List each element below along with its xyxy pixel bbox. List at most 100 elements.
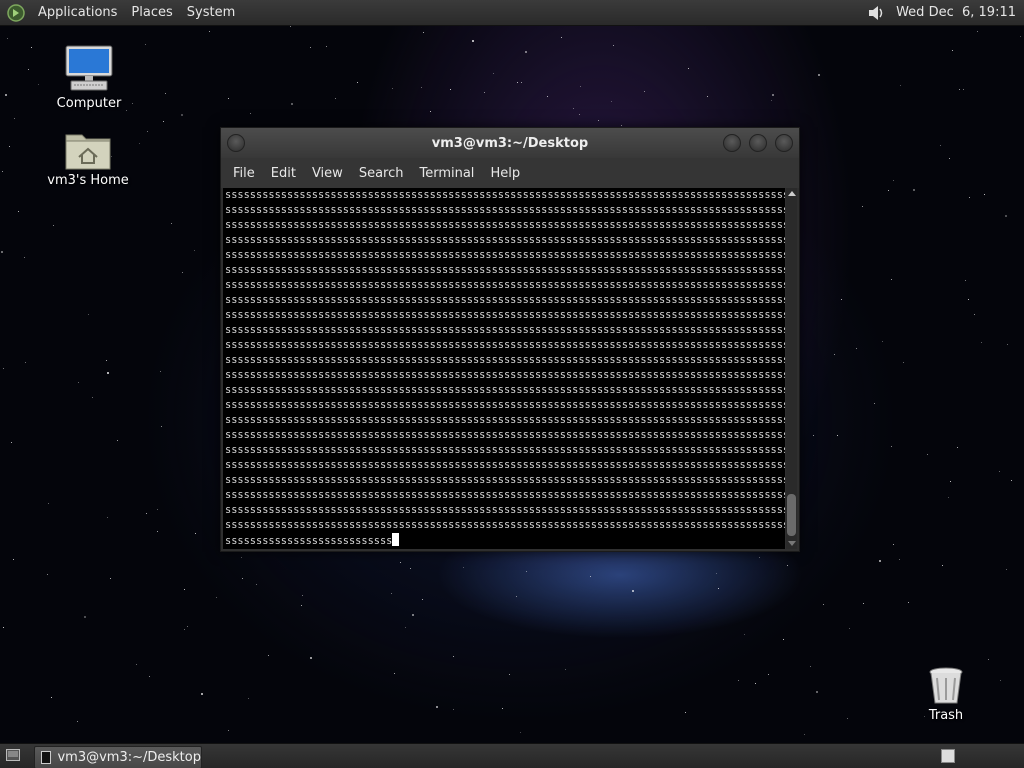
terminal-line: ssssssssssssssssssssssssssssssssssssssss… xyxy=(225,219,785,231)
star xyxy=(783,639,784,640)
star xyxy=(291,103,293,105)
star xyxy=(738,680,739,681)
star xyxy=(841,299,842,300)
star xyxy=(891,446,892,447)
star xyxy=(644,91,645,92)
star xyxy=(969,197,970,198)
star xyxy=(818,74,820,76)
applications-menu[interactable]: Applications xyxy=(31,0,124,25)
terminal-line: ssssssssssssssssssssssssssssssssssssssss… xyxy=(225,264,785,276)
terminal-scrollbar[interactable] xyxy=(786,188,797,549)
star xyxy=(862,206,863,207)
star xyxy=(1011,480,1012,481)
volume-icon[interactable] xyxy=(866,3,886,23)
star xyxy=(136,664,137,665)
star xyxy=(1006,569,1007,570)
distro-logo-icon[interactable] xyxy=(7,3,25,22)
star xyxy=(310,47,311,48)
star xyxy=(9,146,10,147)
window-titlebar[interactable]: vm3@vm3:~/Desktop xyxy=(221,128,799,158)
star xyxy=(242,578,243,579)
menu-search[interactable]: Search xyxy=(351,166,412,181)
star xyxy=(421,87,422,88)
star xyxy=(520,732,521,733)
show-desktop-icon[interactable] xyxy=(6,749,20,761)
menu-file[interactable]: File xyxy=(225,166,263,181)
star xyxy=(899,559,900,560)
places-menu[interactable]: Places xyxy=(124,0,179,25)
scroll-down-icon[interactable] xyxy=(788,541,796,546)
star xyxy=(463,567,464,568)
star xyxy=(999,471,1000,472)
star xyxy=(908,602,909,603)
close-icon[interactable] xyxy=(775,134,793,152)
star xyxy=(579,114,580,115)
terminal-line: ssssssssssssssssssssssssssssssssssssssss… xyxy=(225,504,785,516)
star xyxy=(92,397,93,398)
terminal-window[interactable]: vm3@vm3:~/Desktop File Edit View Search … xyxy=(220,127,800,552)
star xyxy=(326,46,327,47)
star xyxy=(11,442,12,443)
star xyxy=(248,698,249,699)
terminal-line: ssssssssssssssssssssssssssssssssssssssss… xyxy=(225,234,785,246)
star xyxy=(14,118,15,119)
star xyxy=(163,121,164,122)
star xyxy=(772,94,774,96)
star xyxy=(453,656,454,657)
star xyxy=(228,730,229,731)
menu-terminal[interactable]: Terminal xyxy=(411,166,482,181)
desktop-icon-trash[interactable]: Trash xyxy=(901,666,991,723)
star xyxy=(53,225,54,226)
star xyxy=(632,590,634,592)
workspace-switcher[interactable] xyxy=(941,749,955,763)
star xyxy=(613,45,614,46)
scroll-up-icon[interactable] xyxy=(788,191,796,196)
star xyxy=(948,497,949,498)
star xyxy=(194,250,195,251)
star xyxy=(863,603,864,604)
star xyxy=(611,101,612,102)
star xyxy=(25,362,26,363)
star xyxy=(256,584,257,585)
star xyxy=(430,111,431,112)
star xyxy=(18,211,19,212)
star xyxy=(882,341,883,342)
menu-edit[interactable]: Edit xyxy=(263,166,304,181)
star xyxy=(913,189,915,191)
desktop-icon-computer[interactable]: Computer xyxy=(44,44,134,111)
terminal-line: ssssssssssssssssssssssssssssssssssssssss… xyxy=(225,489,785,501)
scroll-thumb[interactable] xyxy=(787,494,796,536)
system-menu[interactable]: System xyxy=(180,0,242,25)
star xyxy=(184,589,185,590)
desktop-icon-home[interactable]: vm3's Home xyxy=(43,129,133,188)
star xyxy=(847,718,848,719)
star xyxy=(268,655,269,656)
desktop-icon-label: vm3's Home xyxy=(47,173,129,188)
star xyxy=(856,348,857,349)
star xyxy=(573,108,574,109)
star xyxy=(216,597,217,598)
star xyxy=(952,50,953,51)
star xyxy=(392,88,393,89)
terminal-output[interactable]: ssssssssssssssssssssssssssssssssssssssss… xyxy=(223,188,785,549)
window-menu-icon[interactable] xyxy=(227,134,245,152)
maximize-icon[interactable] xyxy=(749,134,767,152)
star xyxy=(145,44,146,45)
menu-help[interactable]: Help xyxy=(482,166,528,181)
terminal-line: ssssssssssssssssssssssssssssssssssssssss… xyxy=(225,309,785,321)
trash-icon xyxy=(929,667,963,704)
taskbar-window-button[interactable]: vm3@vm3:~/Desktop xyxy=(34,746,202,768)
star xyxy=(517,82,518,83)
star xyxy=(117,440,118,441)
menu-view[interactable]: View xyxy=(304,166,351,181)
star xyxy=(526,571,527,572)
minimize-icon[interactable] xyxy=(723,134,741,152)
star xyxy=(106,360,107,361)
star xyxy=(310,657,312,659)
star xyxy=(335,98,336,99)
star xyxy=(688,68,689,69)
star xyxy=(2,171,3,172)
star xyxy=(493,73,494,74)
clock[interactable]: Wed Dec 6, 19:11 xyxy=(896,5,1016,20)
star xyxy=(182,272,183,273)
